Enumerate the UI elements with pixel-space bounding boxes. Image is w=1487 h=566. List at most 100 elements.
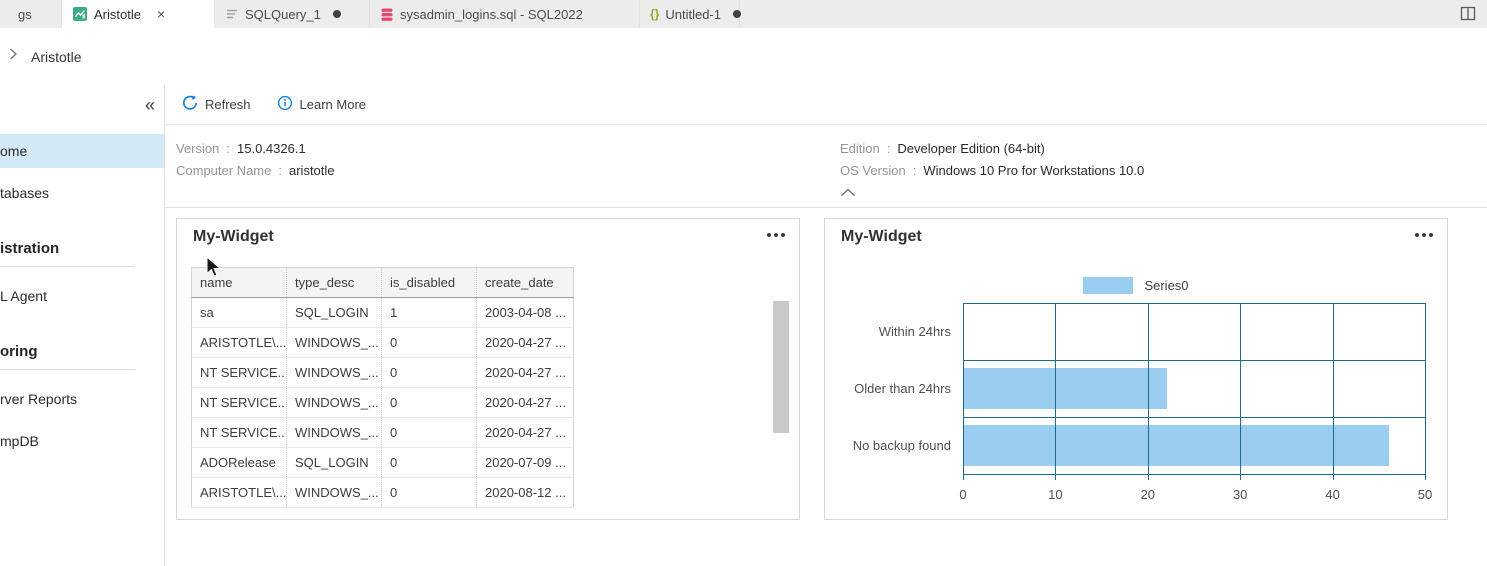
x-tick-label: 30: [1232, 487, 1248, 502]
tab-aristotle-dashboard[interactable]: Aristotle ×: [62, 0, 215, 28]
table-cell[interactable]: 0: [381, 417, 477, 448]
refresh-label: Refresh: [205, 97, 251, 112]
tab-untitled1[interactable]: {} Untitled-1: [640, 0, 741, 28]
table-cell[interactable]: SQL_LOGIN: [286, 297, 382, 328]
table-row[interactable]: NT SERVICE... WINDOWS_... 0 2020-04-27 ...: [191, 357, 574, 388]
sidebar-item-sql-agent[interactable]: L Agent: [0, 279, 164, 313]
table-cell[interactable]: ADORelease: [191, 447, 287, 478]
sidebar-item-server-reports[interactable]: rver Reports: [0, 382, 164, 416]
table-row[interactable]: NT SERVICE... WINDOWS_... 0 2020-04-27 ...: [191, 417, 574, 448]
tab-label: sysadmin_logins.sql - SQL2022: [400, 6, 583, 22]
table-cell[interactable]: 2020-04-27 ...: [476, 387, 574, 418]
table-row[interactable]: ADORelease SQL_LOGIN 0 2020-07-09 ...: [191, 447, 574, 478]
sidebar-nav: ome tabases istration L Agent oring rver…: [0, 134, 164, 458]
chart-gridline: [1055, 303, 1057, 480]
property-value: Windows 10 Pro for Workstations 10.0: [923, 163, 1145, 178]
widgets-row: My-Widget name type_desc is_disabled create…: [176, 218, 1448, 520]
table-cell[interactable]: WINDOWS_...: [286, 327, 382, 358]
refresh-button[interactable]: Refresh: [182, 95, 251, 114]
table-cell[interactable]: 2020-04-27 ...: [476, 327, 574, 358]
sidebar-item-tempdb[interactable]: mpDB: [0, 424, 164, 458]
table-cell[interactable]: ARISTOTLE\...: [191, 477, 287, 508]
tab-sysadmin-logins[interactable]: sysadmin_logins.sql - SQL2022: [370, 0, 640, 28]
table-cell[interactable]: WINDOWS_...: [286, 357, 382, 388]
chart-gridline: [1332, 303, 1334, 480]
table-row[interactable]: sa SQL_LOGIN 1 2003-04-08 ...: [191, 297, 574, 328]
table-cell[interactable]: ARISTOTLE\...: [191, 327, 287, 358]
table-scrollbar[interactable]: [773, 301, 789, 433]
table-cell[interactable]: 2020-04-27 ...: [476, 357, 574, 388]
widget-title: My-Widget: [841, 228, 922, 245]
table-cell[interactable]: SQL_LOGIN: [286, 447, 382, 478]
chart-legend: Series0: [825, 277, 1447, 294]
chart-gridline: [963, 303, 1425, 304]
chevron-right-icon: [9, 47, 18, 66]
properties-right-column: Edition: Developer Edition (64-bit) OS Ve…: [840, 141, 1145, 178]
table-cell[interactable]: 0: [381, 447, 477, 478]
property-label: Version: [176, 141, 220, 156]
category-label: No backup found: [852, 438, 951, 453]
learn-more-button[interactable]: Learn More: [277, 95, 366, 114]
table-cell[interactable]: WINDOWS_...: [286, 387, 382, 418]
chart-plot: [963, 303, 1426, 480]
learn-more-label: Learn More: [299, 97, 367, 112]
column-header-is_disabled[interactable]: is_disabled: [381, 267, 477, 298]
table-cell[interactable]: WINDOWS_...: [286, 417, 382, 448]
tab-label: gs: [18, 6, 32, 22]
widget-logins-table: My-Widget name type_desc is_disabled create…: [176, 218, 800, 520]
property-value: 15.0.4326.1: [237, 141, 306, 156]
chart-bar: [964, 368, 1168, 409]
table-row[interactable]: ARISTOTLE\... WINDOWS_... 0 2020-08-12 ...: [191, 477, 574, 508]
sidebar-section-monitoring: oring: [0, 343, 38, 360]
editor-tab-bar: gs Aristotle × SQLQuery_1 sysadmin_login…: [0, 0, 1487, 28]
table-cell[interactable]: NT SERVICE...: [191, 417, 287, 448]
table-cell[interactable]: 2003-04-08 ...: [476, 297, 574, 328]
table-cell[interactable]: 0: [381, 327, 477, 358]
widget-menu-ellipsis-icon[interactable]: [1415, 233, 1433, 237]
legend-swatch: [1083, 277, 1134, 294]
x-tick-label: 20: [1140, 487, 1156, 502]
collapse-sidebar-icon[interactable]: «: [145, 96, 155, 114]
table-header-row: name type_desc is_disabled create_date: [191, 267, 574, 298]
sidebar-section-administration: istration: [0, 240, 60, 257]
table-row[interactable]: NT SERVICE... WINDOWS_... 0 2020-04-27 ...: [191, 387, 574, 418]
widget-menu-ellipsis-icon[interactable]: [767, 233, 785, 237]
table-cell[interactable]: 0: [381, 357, 477, 388]
table-cell[interactable]: WINDOWS_...: [286, 477, 382, 508]
table-cell[interactable]: NT SERVICE...: [191, 357, 287, 388]
column-header-create_date[interactable]: create_date: [476, 267, 574, 298]
close-icon[interactable]: ×: [157, 7, 165, 21]
table-cell[interactable]: 2020-08-12 ...: [476, 477, 574, 508]
table-cell[interactable]: 1: [381, 297, 477, 328]
legend-label: Series0: [1144, 278, 1189, 293]
x-tick-label: 40: [1325, 487, 1340, 502]
property-label: Edition: [840, 141, 880, 156]
category-label: Older than 24hrs: [854, 381, 951, 396]
tab-settings[interactable]: gs: [0, 0, 62, 28]
split-editor-icon[interactable]: [1459, 5, 1477, 28]
table-cell[interactable]: NT SERVICE...: [191, 387, 287, 418]
breadcrumb-item-server[interactable]: Aristotle: [31, 49, 82, 65]
table-cell[interactable]: 0: [381, 477, 477, 508]
chart-gridline: [1240, 303, 1242, 480]
tab-sqlquery1[interactable]: SQLQuery_1: [215, 0, 370, 28]
chart-gridline: [963, 303, 964, 480]
dashboard-content: Refresh Learn More Version:15.0.4326.1 C…: [165, 85, 1487, 566]
column-header-type_desc[interactable]: type_desc: [286, 267, 382, 298]
sidebar-item-home[interactable]: ome: [0, 134, 164, 168]
property-value: Developer Edition (64-bit): [897, 141, 1045, 156]
table-row[interactable]: ARISTOTLE\... WINDOWS_... 0 2020-04-27 ...: [191, 327, 574, 358]
sidebar-item-databases[interactable]: tabases: [0, 176, 164, 210]
braces-icon: {}: [650, 7, 660, 21]
table-cell[interactable]: sa: [191, 297, 287, 328]
table-cell[interactable]: 0: [381, 387, 477, 418]
sql-file-icon: [225, 7, 239, 21]
collapse-properties-icon[interactable]: [840, 185, 856, 200]
dashboard-icon: [72, 6, 88, 22]
logins-table: name type_desc is_disabled create_date sa SQ…: [191, 267, 574, 508]
chart-bar: [964, 425, 1390, 466]
table-cell[interactable]: 2020-07-09 ...: [476, 447, 574, 478]
property-label: Computer Name: [176, 163, 272, 178]
table-cell[interactable]: 2020-04-27 ...: [476, 417, 574, 448]
mouse-cursor: [206, 255, 222, 283]
